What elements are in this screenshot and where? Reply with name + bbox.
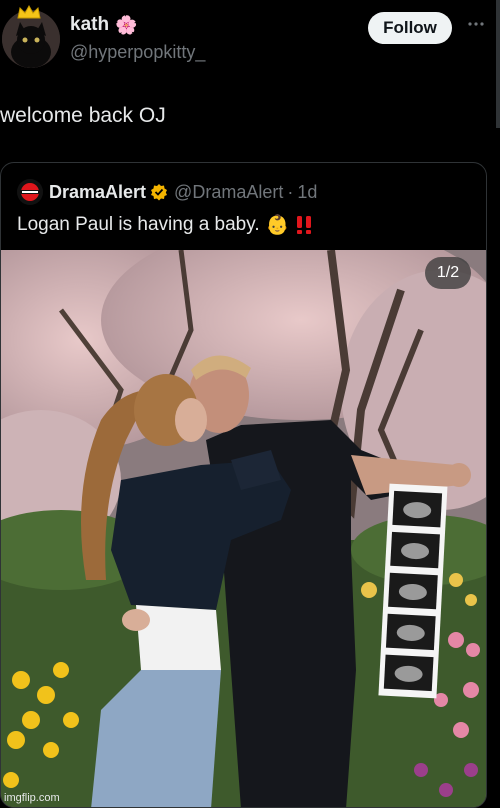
separator-dot: ·	[287, 181, 294, 202]
tweet-text: welcome back OJ	[0, 104, 166, 127]
quoted-tweet-header: DramaAlert @DramaAlert · 1d	[17, 179, 317, 205]
flower-icon: 🌸	[115, 14, 138, 35]
display-name[interactable]: kath 🌸	[70, 14, 138, 36]
double-exclamation-icon	[297, 216, 312, 234]
quoted-text-body: Logan Paul is having a baby.	[17, 214, 260, 235]
quoted-handle[interactable]: @DramaAlert	[174, 182, 283, 203]
tweet-header: kath 🌸 @hyperpopkitty_ Follow	[0, 0, 500, 80]
quoted-timestamp[interactable]: 1d	[297, 182, 317, 203]
handle[interactable]: @hyperpopkitty_	[70, 42, 205, 63]
crown-icon	[17, 4, 41, 19]
follow-button[interactable]: Follow	[368, 12, 452, 44]
display-name-text: kath	[70, 14, 110, 35]
quoted-display-name[interactable]: DramaAlert	[49, 182, 146, 203]
dramaalert-logo[interactable]	[17, 179, 43, 205]
verified-badge-icon	[151, 184, 168, 201]
watermark: imgflip.com	[4, 792, 60, 804]
image-counter: 1/2	[425, 257, 471, 289]
scrollbar[interactable]	[496, 0, 500, 128]
quoted-tweet-card[interactable]: DramaAlert @DramaAlert · 1d Logan Paul i…	[0, 162, 487, 808]
more-icon[interactable]	[466, 14, 486, 34]
baby-emoji: 👶	[265, 215, 290, 236]
quoted-tweet-text: Logan Paul is having a baby. 👶	[17, 213, 315, 237]
tweet-photo[interactable]	[1, 250, 487, 808]
